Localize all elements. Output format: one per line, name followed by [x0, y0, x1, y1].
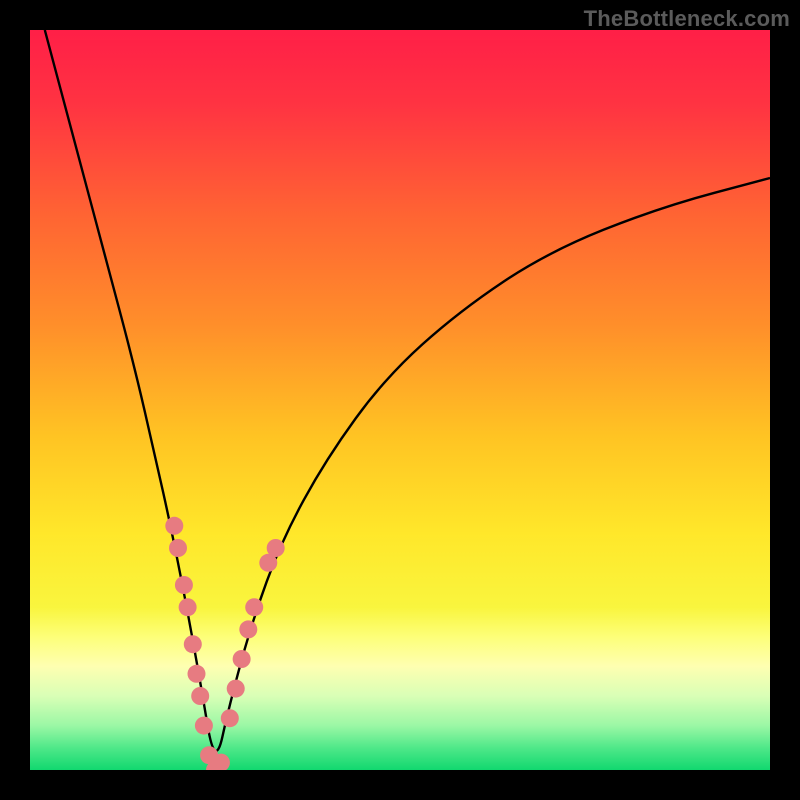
- marker-dot: [239, 620, 257, 638]
- watermark-label: TheBottleneck.com: [584, 6, 790, 32]
- marker-dot: [191, 687, 209, 705]
- chart-frame: TheBottleneck.com: [0, 0, 800, 800]
- marker-dot: [165, 517, 183, 535]
- marker-dot: [233, 650, 251, 668]
- marker-dots: [165, 517, 284, 770]
- plot-area: [30, 30, 770, 770]
- marker-dot: [245, 598, 263, 616]
- marker-dot: [169, 539, 187, 557]
- bottleneck-curve: [45, 30, 770, 751]
- marker-dot: [195, 717, 213, 735]
- marker-dot: [267, 539, 285, 557]
- curve-layer: [30, 30, 770, 770]
- marker-dot: [227, 680, 245, 698]
- marker-dot: [175, 576, 193, 594]
- marker-dot: [221, 709, 239, 727]
- marker-dot: [188, 665, 206, 683]
- marker-dot: [184, 635, 202, 653]
- marker-dot: [179, 598, 197, 616]
